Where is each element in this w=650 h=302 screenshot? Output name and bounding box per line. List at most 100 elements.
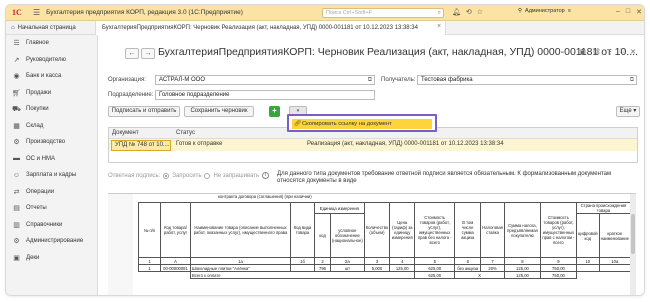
sidebar-item[interactable]: ⛟ Покупки bbox=[6, 101, 97, 118]
history-icon[interactable]: ⟲ bbox=[466, 8, 472, 16]
index-cell: 1а bbox=[190, 257, 291, 265]
sidebar-item[interactable]: ⇄ Операции bbox=[6, 184, 97, 201]
open-org-icon[interactable]: ⧉ bbox=[368, 76, 372, 84]
request-label: Запросить bbox=[172, 172, 202, 179]
no-request-label: Не запрашивать bbox=[213, 172, 260, 179]
close-form-icon[interactable]: ✕ bbox=[630, 48, 636, 56]
page-title: БухгалтерияПредприятияКОРП: Черновик Реа… bbox=[158, 46, 638, 58]
sidebar-item[interactable]: ⚙ Администрирование bbox=[6, 233, 97, 250]
user-menu[interactable]: ⚲ Администратор ≡ bbox=[518, 8, 571, 14]
signature-options: Ответная подпись: Запросить Не запрашива… bbox=[108, 172, 270, 179]
copy-link-menu-item[interactable]: 🔗︎ Скопировать ссылку на документ bbox=[292, 119, 432, 129]
sidebar-item[interactable]: ▤ Отчеты bbox=[6, 200, 97, 217]
cell-document[interactable]: УПД № 748 от 10.... bbox=[111, 140, 171, 151]
close-window-icon[interactable]: ✕ bbox=[636, 8, 642, 16]
recipient-field[interactable]: Тестовая фабрика ⧉ bbox=[417, 75, 637, 85]
item-cell: 125,00 bbox=[389, 264, 416, 272]
division-field[interactable]: Головное подразделение bbox=[155, 90, 375, 100]
item-cell: 750,00 bbox=[539, 264, 577, 272]
item-cell: шт bbox=[330, 264, 365, 272]
user-name: Администратор bbox=[525, 8, 565, 14]
signature-note: Для данного типа документов требование о… bbox=[277, 171, 612, 184]
tab-home[interactable]: ⌂ Начальная страница bbox=[6, 21, 96, 35]
more-button-label: Еще bbox=[619, 108, 632, 114]
sidebar-item[interactable]: 🛒︎ Продажи bbox=[6, 85, 97, 102]
form-tools: ▣ ⛓ ⋮ □ ✕ bbox=[579, 48, 636, 56]
save-icon[interactable]: ▣ bbox=[579, 48, 586, 56]
app-logo: 1С bbox=[12, 7, 22, 17]
catalogs-icon: ▥ bbox=[13, 221, 20, 229]
settings-icon[interactable]: ≡ bbox=[568, 8, 571, 14]
item-cell: 796 bbox=[314, 264, 331, 272]
copy-link-label: Скопировать ссылку на документ bbox=[302, 121, 392, 127]
maximize-icon[interactable]: □ bbox=[626, 8, 630, 16]
total-x: X bbox=[454, 271, 505, 279]
more-button[interactable]: Еще ▾ bbox=[616, 106, 640, 117]
warehouse-icon: ▦ bbox=[13, 122, 20, 130]
sidebar-item[interactable]: ▦ Склад bbox=[6, 118, 97, 135]
sidebar-item-label: Склад bbox=[26, 122, 44, 129]
header-excise: В том числе сумма акциза bbox=[454, 202, 482, 258]
home-icon: ⌂ bbox=[11, 25, 15, 31]
header-type-code: Код вида товара bbox=[290, 202, 315, 258]
global-search-input[interactable]: Поиск Ctrl+Shift+F ⌕ bbox=[322, 8, 444, 18]
back-button[interactable]: ← bbox=[125, 48, 139, 59]
sidebar-item-label: Банк и касса bbox=[26, 73, 62, 80]
add-button[interactable]: + bbox=[269, 106, 280, 117]
index-cell: 1 bbox=[138, 257, 161, 265]
item-cell: 20% bbox=[480, 264, 505, 272]
recipient-label: Получатель: bbox=[381, 77, 416, 83]
star-icon[interactable]: ☆ bbox=[477, 8, 483, 16]
expand-icon[interactable]: □ bbox=[620, 48, 624, 56]
item-cell: 1 bbox=[138, 264, 161, 272]
sidebar-item[interactable]: ▬ ОС и НМА bbox=[6, 151, 97, 168]
tab-document[interactable]: БухгалтерияПредприятияКОРП: Черновик Реа… bbox=[96, 21, 446, 35]
context-popup: 🔗︎ Скопировать ссылку на документ bbox=[287, 114, 437, 132]
column-status: Статус bbox=[176, 130, 195, 136]
sidebar-item[interactable]: ▥ Справочники bbox=[6, 217, 97, 234]
index-cell: 1б bbox=[290, 257, 315, 265]
index-cell: 10 bbox=[575, 257, 600, 265]
search-placeholder: Поиск Ctrl+Shift+F bbox=[326, 10, 373, 16]
bell-icon[interactable]: 🔔︎ bbox=[452, 8, 461, 16]
sidebar-item-label: Операции bbox=[26, 188, 55, 195]
header-unit-name: условное обозначение (национальное) bbox=[330, 213, 365, 258]
table-row: 1 00-00000081 Шоколадные плитки "Алёнка" 79… bbox=[138, 264, 631, 272]
header-country: Страна происхождения товара bbox=[575, 202, 631, 214]
sidebar-item[interactable]: ☺ Зарплата и кадры bbox=[6, 167, 97, 184]
scrollbar-thumb[interactable] bbox=[631, 214, 635, 254]
more-icon[interactable]: ⋮ bbox=[607, 48, 614, 56]
header-unit-code: код bbox=[314, 213, 331, 258]
header-tax-rate: Налоговая ставка bbox=[480, 202, 505, 258]
reports-icon: ▤ bbox=[13, 205, 20, 213]
sidebar-item[interactable]: ☰ Главное bbox=[6, 35, 97, 52]
open-recipient-icon[interactable]: ⧉ bbox=[630, 76, 634, 84]
forward-button[interactable]: → bbox=[141, 48, 155, 59]
save-draft-button[interactable]: Сохранить черновик bbox=[184, 106, 254, 117]
header-unit: Единица измерения bbox=[314, 202, 365, 214]
org-field[interactable]: АСТРАЛ-М ООО ⧉ bbox=[155, 75, 375, 85]
no-request-radio[interactable] bbox=[204, 172, 211, 179]
search-icon[interactable]: ⌕ bbox=[438, 9, 441, 17]
info-icon: i bbox=[262, 172, 270, 179]
sidebar-item[interactable]: ◉ Банк и касса bbox=[6, 68, 97, 85]
close-tab-icon[interactable]: × bbox=[437, 23, 441, 30]
total-label: Всего к оплате bbox=[189, 271, 416, 279]
app-window: 1С ☰ Бухгалтерия предприятия КОРП, редак… bbox=[5, 4, 645, 296]
minimize-icon[interactable]: – bbox=[616, 8, 620, 16]
salary-icon: ☺ bbox=[12, 171, 21, 179]
preview-scrollbar[interactable] bbox=[630, 194, 636, 295]
sign-and-send-button[interactable]: Подписать и отправить bbox=[108, 106, 180, 117]
document-form: ← → БухгалтерияПредприятияКОРП: Черновик… bbox=[99, 35, 644, 295]
request-radio[interactable] bbox=[163, 172, 170, 179]
sidebar-item-label: Отчеты bbox=[26, 205, 47, 212]
sidebar-item[interactable]: ↗ Руководителю bbox=[6, 52, 97, 69]
sidebar-item[interactable]: ⚙ Производство bbox=[6, 134, 97, 151]
header-cost-no-tax: Стоимость товаров (работ, услуг), имущес… bbox=[414, 202, 456, 258]
main-menu-icon[interactable]: ☰ bbox=[33, 8, 40, 17]
link-icon[interactable]: ⛓ bbox=[592, 48, 601, 56]
table-row[interactable]: УПД № 748 от 10.... Готов к отправке Реа… bbox=[109, 139, 637, 151]
column-document: Документ bbox=[112, 130, 139, 136]
sidebar-item[interactable]: ▣ Деки bbox=[6, 250, 97, 267]
total-row: Всего к оплате 625,00 X 125,00 750,00 bbox=[138, 271, 631, 279]
